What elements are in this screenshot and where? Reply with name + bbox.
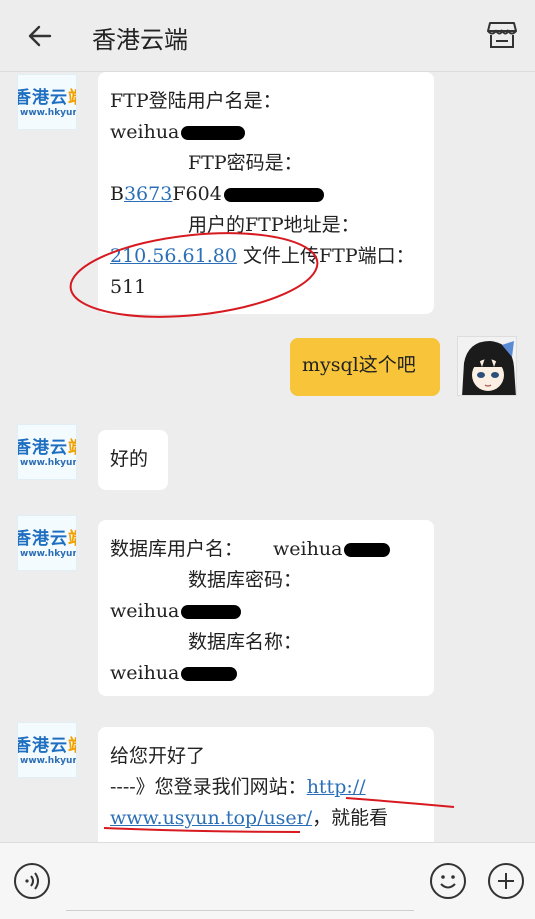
contact-avatar[interactable]: 香港云端 www.hkyun.tc <box>17 515 77 571</box>
chat-info-button[interactable] <box>483 16 521 54</box>
voice-icon <box>25 872 39 890</box>
input-bar <box>0 842 535 919</box>
db-pass-value: weihua <box>110 600 180 622</box>
db-user-label: 数据库用户名： <box>110 538 244 560</box>
db-name-label: 数据库名称： <box>188 631 303 653</box>
arrow-left-icon <box>28 25 52 47</box>
message-text: 好的 <box>110 448 149 470</box>
message-bubble-ftp[interactable]: FTP登陆用户名是： weihua FTP密码是： B3673F604 用户的F… <box>98 72 434 314</box>
ftp-user-value: weihua <box>110 121 180 143</box>
ftp-user-label: FTP登陆用户名是： <box>110 90 282 112</box>
site-link-a[interactable]: http:// <box>307 776 366 798</box>
ftp-pass-label: FTP密码是： <box>188 152 303 174</box>
more-button[interactable] <box>488 863 524 899</box>
db-name-value: weihua <box>110 662 180 684</box>
site-prefix: ----》您登录我们网站： <box>110 776 307 798</box>
db-pass-label: 数据库密码： <box>188 569 303 591</box>
db-user-value: weihua <box>273 538 343 560</box>
anime-avatar-image <box>458 337 516 395</box>
message-bubble-ok[interactable]: 好的 <box>98 430 168 490</box>
redaction-mark <box>181 667 238 681</box>
store-icon <box>487 22 517 48</box>
ftp-addr-label: 用户的FTP地址是： <box>188 214 360 236</box>
ftp-addr-link[interactable]: 210.56.61.80 <box>110 245 237 267</box>
site-suffix: ，就能看 <box>312 807 389 829</box>
plus-icon <box>498 873 514 889</box>
message-list[interactable]: 香港云端 www.hkyun.tc FTP登陆用户名是： weihua FTP密… <box>0 72 535 842</box>
contact-avatar[interactable]: 香港云端 www.hkyun.tc <box>17 424 77 480</box>
message-bubble-mine[interactable]: mysql这个吧 <box>290 338 440 396</box>
user-avatar[interactable] <box>457 336 517 396</box>
emoji-button[interactable] <box>430 863 466 899</box>
ftp-pass-suffix: F604 <box>172 183 222 205</box>
redaction-mark <box>181 605 242 619</box>
ftp-pass-link[interactable]: 3673 <box>124 183 172 205</box>
contact-avatar[interactable]: 香港云端 www.hkyun.tc <box>17 74 77 130</box>
ftp-pass-prefix: B <box>110 183 124 205</box>
redaction-mark <box>223 188 324 202</box>
back-button[interactable] <box>22 18 58 54</box>
emoji-icon <box>440 875 456 889</box>
site-link-b[interactable]: www.usyun.top/user/ <box>110 807 312 829</box>
chat-title: 香港云端 <box>92 26 188 54</box>
message-text: mysql这个吧 <box>302 354 416 376</box>
message-bubble-db[interactable]: 数据库用户名： weihua 数据库密码： weihua 数据库名称： weihu… <box>98 520 434 696</box>
voice-button[interactable] <box>14 863 50 899</box>
chat-header: 香港云端 <box>0 0 535 72</box>
contact-avatar[interactable]: 香港云端 www.hkyun.tc <box>17 722 77 778</box>
redaction-mark <box>344 543 391 557</box>
message-bubble-greeting[interactable]: 给您开好了 ----》您登录我们网站：http:// www.usyun.top… <box>98 727 434 842</box>
greeting-text: 给您开好了 <box>110 745 206 767</box>
message-input[interactable] <box>66 853 414 911</box>
redaction-mark <box>181 126 246 140</box>
